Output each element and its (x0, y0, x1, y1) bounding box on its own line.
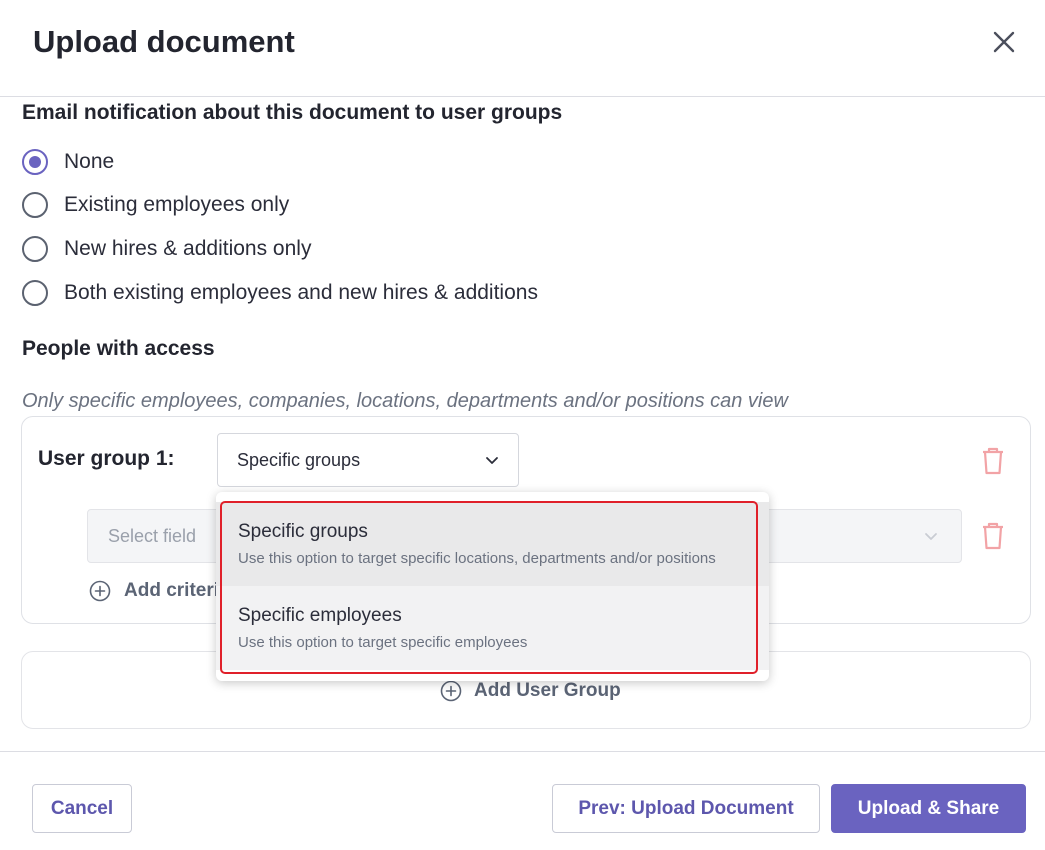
radio-button[interactable] (22, 280, 48, 306)
dropdown-option-specific-groups[interactable]: Specific groups Use this option to targe… (216, 502, 769, 586)
option-description: Use this option to target specific emplo… (238, 634, 528, 651)
delete-criteria-button[interactable] (980, 521, 1006, 551)
radio-option-both[interactable]: Both existing employees and new hires & … (22, 279, 538, 307)
radio-option-none[interactable]: None (22, 148, 114, 176)
group-type-dropdown-menu: Specific groups Use this option to targe… (216, 492, 769, 681)
upload-and-share-button[interactable]: Upload & Share (831, 784, 1026, 833)
chevron-down-icon (925, 533, 937, 540)
radio-label: Both existing employees and new hires & … (64, 281, 538, 304)
add-criteria-label: Add criteria (124, 580, 230, 601)
radio-button[interactable] (22, 149, 48, 175)
chevron-down-icon (486, 457, 498, 464)
select-value: Specific groups (237, 449, 361, 470)
radio-label: None (64, 150, 115, 173)
option-title: Specific employees (238, 605, 402, 626)
radio-button[interactable] (22, 192, 48, 218)
option-description: Use this option to target specific locat… (238, 550, 716, 567)
user-group-type-select[interactable]: Specific groups (217, 433, 519, 487)
trash-icon (983, 447, 1003, 475)
dialog-header: Upload document (0, 0, 1045, 97)
plus-circle-icon (440, 680, 462, 702)
footer-divider (0, 751, 1045, 752)
close-button[interactable] (986, 24, 1022, 60)
dropdown-option-specific-employees[interactable]: Specific employees Use this option to ta… (216, 586, 769, 670)
cancel-button[interactable]: Cancel (32, 784, 132, 833)
plus-circle-icon (89, 580, 111, 602)
notification-heading: Email notification about this document t… (22, 101, 563, 124)
radio-option-new-hires[interactable]: New hires & additions only (22, 235, 311, 263)
trash-icon (983, 522, 1003, 550)
prev-upload-document-button[interactable]: Prev: Upload Document (552, 784, 820, 833)
option-title: Specific groups (238, 521, 368, 542)
dialog-title: Upload document (33, 24, 295, 59)
radio-button[interactable] (22, 236, 48, 262)
access-subtitle: Only specific employees, companies, loca… (22, 390, 788, 412)
access-heading: People with access (22, 337, 215, 360)
add-user-group-button[interactable]: Add User Group (440, 678, 621, 704)
radio-option-existing-employees[interactable]: Existing employees only (22, 191, 289, 219)
user-group-label: User group 1: (38, 447, 175, 470)
select-field-placeholder: Select field (108, 525, 197, 546)
close-icon (993, 31, 1015, 53)
add-user-group-label: Add User Group (474, 680, 621, 701)
delete-group-button[interactable] (980, 446, 1006, 476)
radio-label: New hires & additions only (64, 237, 312, 260)
radio-label: Existing employees only (64, 193, 290, 216)
add-criteria-button[interactable]: Add criteria (89, 578, 230, 604)
